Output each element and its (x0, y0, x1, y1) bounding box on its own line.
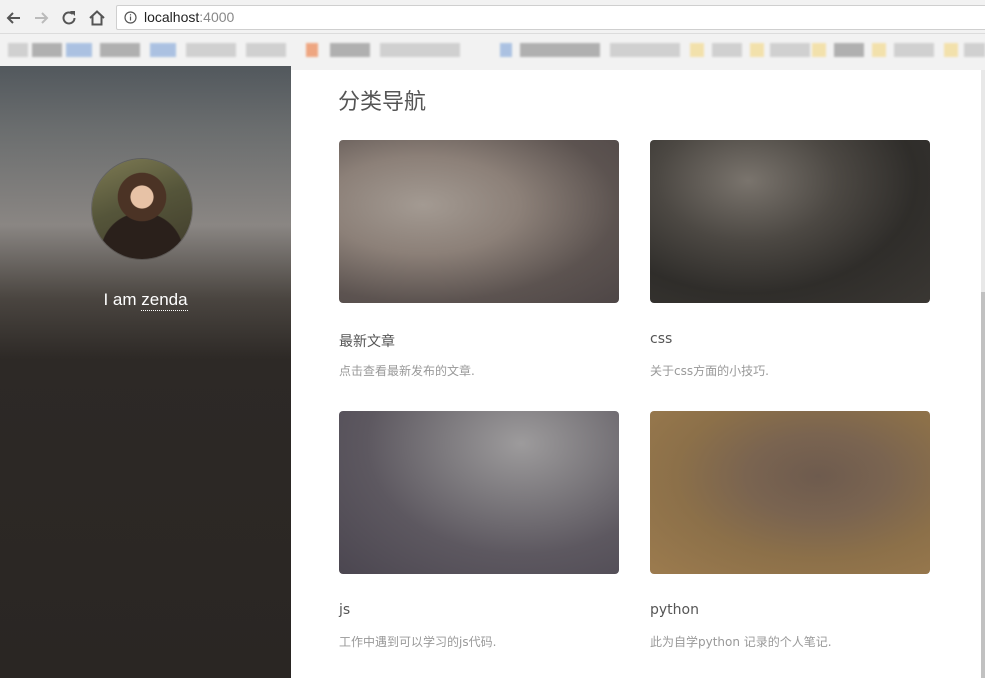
url-host: localhost (144, 9, 200, 25)
bookmark-item[interactable] (246, 43, 286, 57)
home-icon (89, 10, 105, 26)
category-card-python[interactable]: python 此为自学python 记录的个人笔记. (650, 411, 930, 649)
avatar (92, 159, 192, 259)
bookmark-item[interactable] (812, 43, 826, 57)
bookmark-item[interactable] (834, 43, 864, 57)
main-content: 分类导航 最新文章 点击查看最新发布的文章. css 关于css方面的小技巧. … (291, 70, 981, 678)
url-port: :4000 (199, 9, 235, 25)
reload-button[interactable] (58, 7, 80, 29)
bookmark-item[interactable] (8, 43, 28, 57)
bookmark-item[interactable] (944, 43, 958, 57)
card-thumbnail[interactable] (339, 140, 619, 303)
info-icon[interactable] (124, 11, 137, 24)
card-title[interactable]: 最新文章 (339, 331, 395, 351)
bookmark-item[interactable] (750, 43, 764, 57)
tagline: I am zenda (0, 290, 291, 311)
back-arrow-icon (6, 12, 20, 24)
bookmark-item[interactable] (610, 43, 680, 57)
bookmark-item[interactable] (150, 43, 176, 57)
author-name-link[interactable]: zenda (141, 290, 188, 311)
home-button[interactable] (86, 7, 108, 29)
tagline-prefix: I am (103, 290, 142, 309)
bookmark-item[interactable] (500, 43, 512, 57)
forward-arrow-icon (35, 12, 49, 24)
bookmark-item[interactable] (330, 43, 370, 57)
bookmark-item[interactable] (894, 43, 934, 57)
card-thumbnail[interactable] (650, 140, 930, 303)
vertical-scrollbar[interactable] (981, 70, 985, 678)
card-description: 此为自学python 记录的个人笔记. (650, 635, 832, 649)
forward-button[interactable] (30, 7, 52, 29)
card-title[interactable]: js (339, 602, 350, 618)
card-description: 工作中遇到可以学习的js代码. (339, 635, 497, 649)
page-title: 分类导航 (338, 90, 427, 115)
sidebar: I am zenda (0, 66, 291, 678)
card-thumbnail[interactable] (339, 411, 619, 574)
browser-toolbar: localhost:4000 (0, 0, 985, 34)
bookmark-item[interactable] (186, 43, 236, 57)
category-card-css[interactable]: css 关于css方面的小技巧. (650, 140, 930, 378)
category-card-js[interactable]: js 工作中遇到可以学习的js代码. (339, 411, 619, 649)
bookmark-item[interactable] (66, 43, 92, 57)
bookmark-item[interactable] (306, 43, 318, 57)
bookmark-item[interactable] (690, 43, 704, 57)
card-title[interactable]: python (650, 602, 699, 618)
card-description: 关于css方面的小技巧. (650, 364, 769, 378)
bookmark-item[interactable] (380, 43, 460, 57)
category-card-latest[interactable]: 最新文章 点击查看最新发布的文章. (339, 140, 619, 378)
bookmark-item[interactable] (100, 43, 140, 57)
address-bar[interactable]: localhost:4000 (116, 5, 985, 30)
bookmark-item[interactable] (712, 43, 742, 57)
bookmark-item[interactable] (520, 43, 600, 57)
scrollbar-thumb[interactable] (981, 292, 985, 678)
bookmark-item[interactable] (872, 43, 886, 57)
bookmark-item[interactable] (32, 43, 62, 57)
url-text: localhost:4000 (144, 9, 234, 25)
bookmarks-bar (0, 34, 985, 66)
bookmark-item[interactable] (770, 43, 810, 57)
card-thumbnail[interactable] (650, 411, 930, 574)
card-description: 点击查看最新发布的文章. (339, 364, 475, 378)
back-button[interactable] (3, 7, 25, 29)
bookmark-item[interactable] (964, 43, 985, 57)
card-title[interactable]: css (650, 331, 672, 347)
reload-icon (62, 11, 76, 25)
